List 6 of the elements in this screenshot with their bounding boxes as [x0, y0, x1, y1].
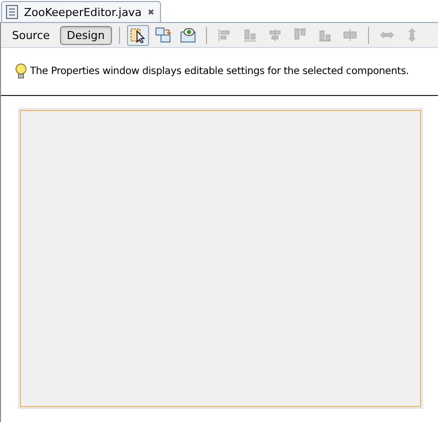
view-tab[interactable]: Design: [60, 26, 112, 44]
view-tab[interactable]: Source: [5, 26, 57, 44]
tab-title: ZooKeeperEditor.java: [24, 6, 142, 18]
hint-text: The Properties window displays editable settings for the selected components.: [30, 66, 409, 76]
editor-tab[interactable]: ZooKeeperEditor.java ✖: [1, 1, 162, 22]
close-button[interactable]: ✖: [148, 8, 154, 16]
